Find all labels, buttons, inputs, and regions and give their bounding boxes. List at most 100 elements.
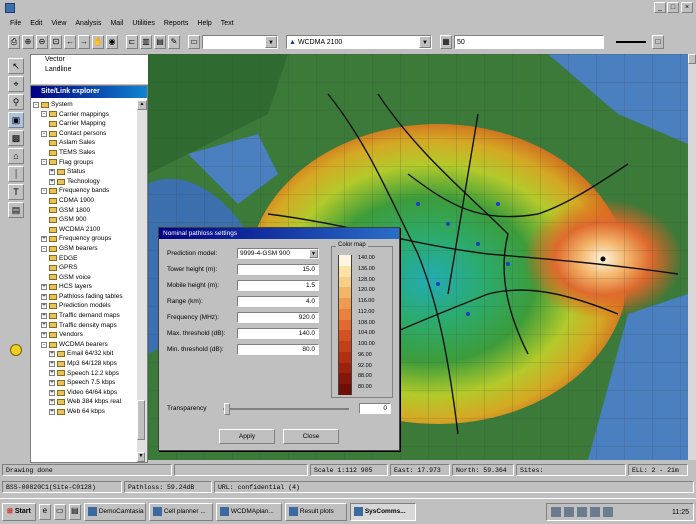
field-input[interactable]: 80.0 <box>237 344 319 355</box>
collapse-icon[interactable]: - <box>41 245 47 252</box>
expand-icon[interactable]: + <box>49 389 55 396</box>
tree-node[interactable]: - WCDMA bearers <box>33 340 137 350</box>
tree-node[interactable]: + Web 384 kbps real <box>33 397 137 407</box>
vector-item[interactable]: Vector <box>31 55 147 65</box>
tree-node[interactable]: - Contact persons <box>33 129 137 139</box>
menu-view[interactable]: View <box>51 20 66 27</box>
expand-icon[interactable]: + <box>49 370 55 377</box>
task-wcdmaplan[interactable]: WCDMAplan... <box>215 502 282 521</box>
transparency-value[interactable]: 0 <box>359 403 391 414</box>
tree-node[interactable]: + Traffic demand maps <box>33 311 137 321</box>
menu-analysis[interactable]: Analysis <box>75 20 101 27</box>
tree-node[interactable]: + Video 64/64 kbps <box>33 388 137 398</box>
layers-icon[interactable]: ▤ <box>154 35 166 49</box>
zoom-out-icon[interactable]: ⊖ <box>36 35 48 49</box>
tree-node[interactable]: TEMS Sales <box>33 148 137 158</box>
print-icon[interactable]: ⎙ <box>8 35 20 49</box>
expand-icon[interactable]: + <box>49 380 55 387</box>
grid-icon[interactable]: ▦ <box>440 35 452 49</box>
tree-node[interactable]: - Flag groups <box>33 158 137 168</box>
tree-node[interactable]: + Technology <box>33 177 137 187</box>
scroll-up-icon[interactable]: ▲ <box>137 100 147 110</box>
tree-node[interactable]: + Mp3 64/128 kbps <box>33 359 137 369</box>
zoom-in-icon[interactable]: ⊕ <box>22 35 34 49</box>
map-icon[interactable]: ▩ <box>8 130 24 146</box>
forward-icon[interactable]: → <box>78 35 90 49</box>
tree-node[interactable]: + HCS layers <box>33 282 137 292</box>
expand-icon[interactable]: + <box>49 168 55 175</box>
task-syscomms[interactable]: SysComms... <box>349 502 416 521</box>
collapse-icon[interactable]: - <box>41 111 47 118</box>
menu-mail[interactable]: Mail <box>110 20 123 27</box>
transparency-slider-track[interactable] <box>223 408 349 410</box>
tree-node[interactable]: WCDMA 2100 <box>33 225 137 235</box>
tree-node[interactable]: + Frequency groups <box>33 234 137 244</box>
collapse-icon[interactable]: - <box>41 188 47 195</box>
select-icon[interactable]: ▭ <box>188 35 200 49</box>
quicklaunch-desktop-icon[interactable]: ▭ <box>53 503 66 520</box>
field-input[interactable]: 1.5 <box>237 280 319 291</box>
tree-node[interactable]: + Web 64 kbps <box>33 407 137 417</box>
label-icon[interactable]: T <box>8 184 24 200</box>
chevron-down-icon[interactable]: ▼ <box>309 249 318 258</box>
tree-node[interactable]: + Vendors <box>33 330 137 340</box>
task-democamtasia[interactable]: DemoCamtasia <box>83 502 146 521</box>
tree-node[interactable]: CDMA 1900 <box>33 196 137 206</box>
measure-icon[interactable]: ⊏ <box>126 35 138 49</box>
tree-node[interactable]: + Status <box>33 167 137 177</box>
transparency-slider-thumb[interactable] <box>224 403 230 415</box>
network-select[interactable]: ▲ WCDMA 2100 ▼ <box>286 35 432 49</box>
expand-icon[interactable]: + <box>49 360 55 367</box>
field-input[interactable]: 920.0 <box>237 312 319 323</box>
expand-icon[interactable]: + <box>41 303 47 310</box>
expand-icon[interactable]: + <box>41 332 47 339</box>
menu-utilities[interactable]: Utilities <box>132 20 155 27</box>
prediction-model-select[interactable]: 9999-4-GSM 900 <box>237 248 319 259</box>
expand-icon[interactable]: + <box>49 399 55 406</box>
minimize-button[interactable]: _ <box>654 2 666 13</box>
explorer-toggle-icon[interactable]: ▣ <box>8 112 24 128</box>
tree-node[interactable]: - Carrier mappings <box>33 110 137 120</box>
site-icon[interactable]: ⌖ <box>8 76 24 92</box>
back-icon[interactable]: ← <box>64 35 76 49</box>
bar-icon[interactable]: ⏐ <box>8 166 24 182</box>
tray-icon[interactable] <box>551 507 561 517</box>
refresh-icon[interactable]: ◉ <box>106 35 118 49</box>
tray-icon[interactable] <box>577 507 587 517</box>
tree-node[interactable]: + Prediction models <box>33 301 137 311</box>
menu-reports[interactable]: Reports <box>164 20 189 27</box>
task-result-plots[interactable]: Result plots <box>284 502 347 521</box>
zoom-window-icon[interactable]: ⊡ <box>50 35 62 49</box>
line-style-icon[interactable] <box>616 41 646 43</box>
pointer-icon[interactable]: ↖ <box>8 58 24 74</box>
menu-help[interactable]: Help <box>197 20 211 27</box>
field-input[interactable]: 140.0 <box>237 328 319 339</box>
expand-icon[interactable]: + <box>49 178 55 185</box>
tree-node[interactable]: + Pathloss fading tables <box>33 292 137 302</box>
tray-icon[interactable] <box>590 507 600 517</box>
value-field[interactable]: 50 <box>454 35 604 49</box>
expand-icon[interactable]: + <box>41 322 47 329</box>
start-button[interactable]: ⊞ Start <box>2 502 36 521</box>
expand-icon[interactable]: + <box>49 351 55 358</box>
chart-icon[interactable]: ▥ <box>140 35 152 49</box>
maximize-button[interactable]: □ <box>667 2 679 13</box>
menu-text[interactable]: Text <box>221 20 234 27</box>
collapse-icon[interactable]: - <box>33 101 39 108</box>
tree-node[interactable]: + Email 64/32 kbit <box>33 349 137 359</box>
landline-item[interactable]: Landline <box>31 65 147 75</box>
field-input[interactable]: 15.0 <box>237 264 319 275</box>
layer-select[interactable]: ▼ <box>202 35 278 49</box>
tree-node[interactable]: GSM voice <box>33 273 137 283</box>
tree-node[interactable]: - GSM bearers <box>33 244 137 254</box>
apply-button[interactable]: Apply <box>219 429 275 444</box>
collapse-icon[interactable]: - <box>41 159 47 166</box>
quicklaunch-folder-icon[interactable]: ▤ <box>68 503 81 520</box>
pan-hand-icon[interactable]: ✋ <box>92 35 104 49</box>
expand-icon[interactable]: + <box>41 293 47 300</box>
menu-file[interactable]: File <box>10 20 21 27</box>
close-dialog-button[interactable]: Close <box>283 429 339 444</box>
tree-node[interactable]: Aslam Sales <box>33 138 137 148</box>
tree-node[interactable]: GSM 900 <box>33 215 137 225</box>
antenna-icon[interactable]: ⚲ <box>8 94 24 110</box>
